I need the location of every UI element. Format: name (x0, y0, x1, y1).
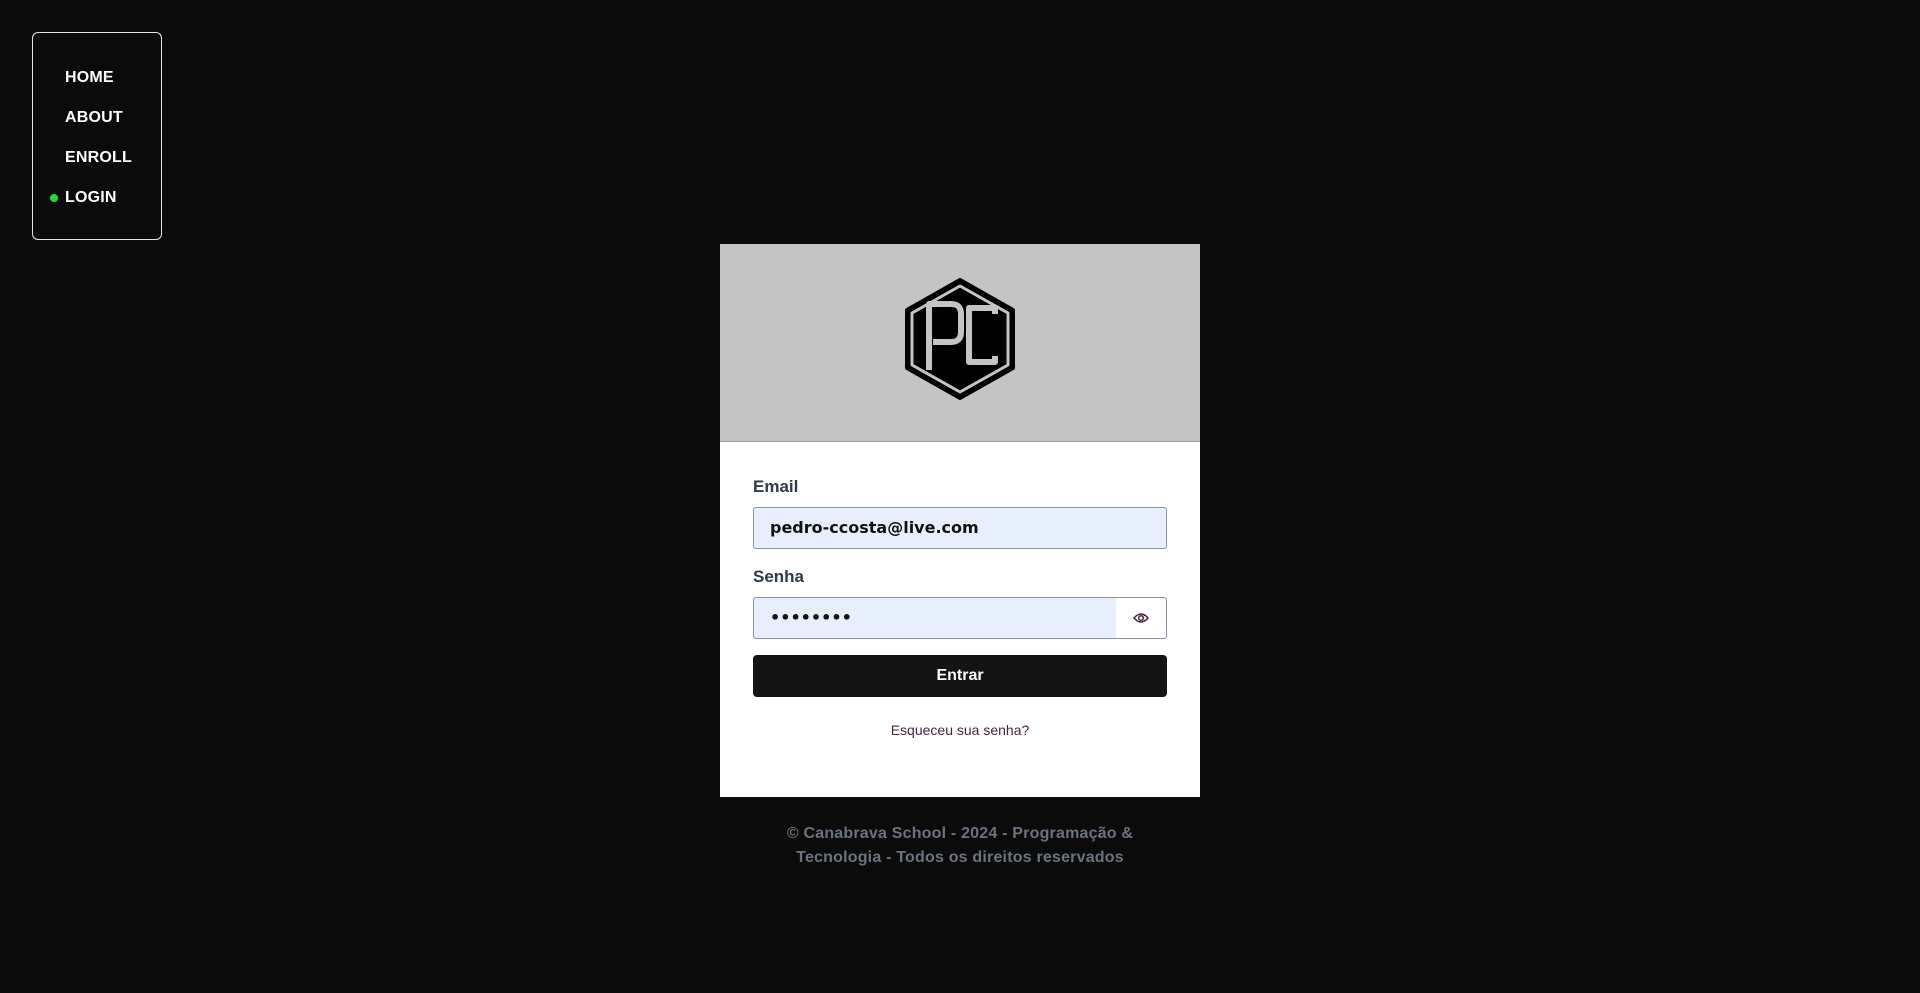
footer: © Canabrava School - 2024 - Programação … (720, 822, 1200, 870)
nav-item-login[interactable]: LOGIN (65, 189, 117, 207)
show-password-button[interactable] (1116, 597, 1167, 639)
nav-item-enroll[interactable]: ENROLL (65, 149, 132, 167)
forgot-password-link[interactable]: Esqueceu sua senha? (720, 722, 1200, 738)
nav-item-about[interactable]: ABOUT (65, 109, 123, 127)
email-label: Email (753, 477, 799, 496)
email-input[interactable]: pedro-ccosta@live.com (753, 507, 1167, 549)
login-submit-button[interactable]: Entrar (753, 655, 1167, 697)
login-card: Email pedro-ccosta@live.com Senha ••••••… (720, 244, 1200, 797)
password-label: Senha (753, 567, 805, 586)
pc-logo-icon (905, 278, 1015, 400)
active-indicator-dot (50, 194, 58, 202)
footer-line-1: © Canabrava School - 2024 - Programação … (786, 825, 1134, 842)
password-input[interactable]: •••••••• (753, 597, 1117, 639)
login-card-header (720, 244, 1200, 442)
footer-line-2: Tecnologia - Todos os direitos reservado… (796, 849, 1124, 866)
eye-icon (1133, 613, 1149, 623)
nav-item-home[interactable]: HOME (65, 69, 114, 87)
main-nav: HOME ABOUT ENROLL LOGIN (32, 32, 162, 240)
